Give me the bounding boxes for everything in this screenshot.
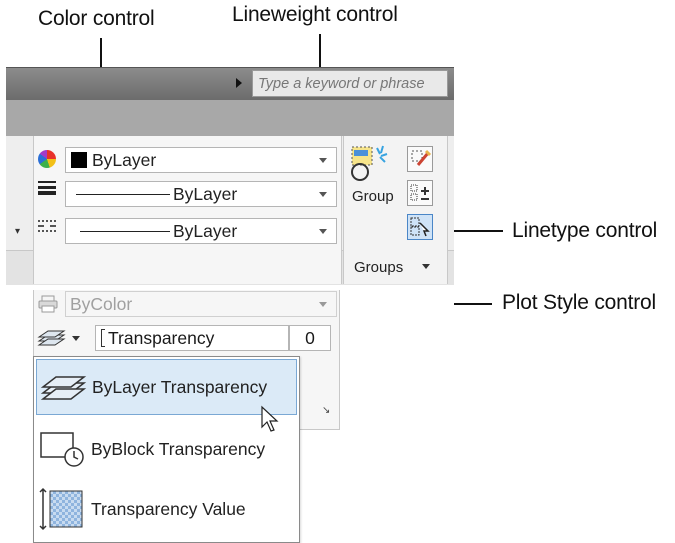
ribbon-tab-row	[6, 100, 454, 136]
color-swatch	[71, 152, 87, 168]
linetype-icon	[38, 220, 56, 234]
plot-style-value: ByColor	[70, 294, 133, 314]
linetype-control-callout: Linetype control	[512, 219, 658, 242]
transparency-menu: ByLayer Transparency ByBlock Transparenc…	[33, 356, 300, 543]
chevron-down-icon	[319, 192, 327, 197]
menu-item-byblock-transparency[interactable]: ByBlock Transparency	[36, 421, 297, 477]
transparency-value: 0	[305, 328, 315, 348]
menu-item-label: ByBlock Transparency	[91, 439, 266, 459]
panel-expand-icon[interactable]: ▾	[15, 226, 20, 237]
menu-item-transparency-value[interactable]: Transparency Value	[36, 481, 297, 537]
group-selection-button[interactable]	[407, 214, 433, 240]
menu-item-label: ByLayer Transparency	[92, 377, 268, 397]
transparency-menu-button[interactable]	[36, 326, 91, 350]
color-control-callout: Color control	[38, 7, 155, 30]
transparency-value-input[interactable]: 0	[289, 325, 331, 351]
group-edit-button[interactable]	[407, 180, 433, 206]
search-expand-icon[interactable]	[236, 78, 242, 88]
block-icon	[40, 432, 84, 467]
color-dropdown[interactable]: ByLayer	[65, 147, 337, 173]
color-wheel-icon	[38, 150, 56, 168]
linetype-value: ByLayer	[173, 221, 238, 241]
dialog-launcher-icon[interactable]: ↘	[322, 405, 330, 416]
linetype-dropdown[interactable]: ByLayer	[65, 218, 337, 244]
lineweight-preview-line	[76, 194, 170, 195]
plot-style-icon	[38, 295, 58, 313]
chevron-down-icon	[319, 158, 327, 163]
plot-style-dropdown[interactable]: ByColor	[65, 291, 337, 317]
chevron-down-icon	[319, 229, 327, 234]
chevron-down-icon	[319, 302, 327, 307]
lineweight-control-callout: Lineweight control	[232, 3, 398, 26]
lineweight-dropdown[interactable]: ByLayer	[65, 181, 337, 207]
group-icon[interactable]	[350, 144, 390, 184]
slider-handle[interactable]	[101, 329, 105, 347]
transparency-label: Transparency	[108, 328, 215, 348]
stacked-layers-icon	[40, 376, 87, 400]
plot-style-control-callout: Plot Style control	[502, 291, 656, 314]
chevron-down-icon	[72, 336, 80, 341]
linetype-preview-line	[80, 231, 170, 232]
search-input[interactable]: Type a keyword or phrase	[252, 70, 448, 97]
menu-item-label: Transparency Value	[91, 499, 246, 519]
color-value: ByLayer	[92, 150, 157, 170]
chevron-down-icon[interactable]	[422, 264, 430, 269]
lineweight-icon	[38, 181, 56, 195]
lineweight-value: ByLayer	[173, 184, 238, 204]
group-button-label[interactable]: Group	[352, 188, 394, 205]
groups-panel-title[interactable]: Groups	[354, 259, 403, 276]
menu-item-bylayer-transparency[interactable]: ByLayer Transparency	[36, 359, 297, 415]
transparency-field[interactable]: Transparency	[95, 325, 289, 351]
ungroup-button[interactable]	[407, 146, 433, 172]
transparency-value-icon	[39, 487, 83, 531]
